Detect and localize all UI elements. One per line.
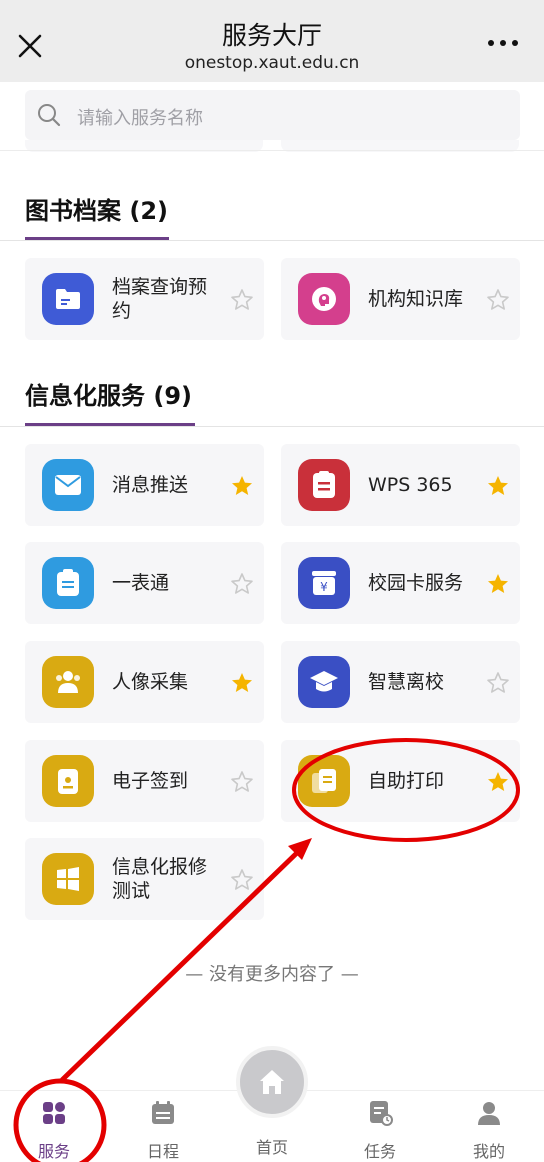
star-outline-icon[interactable]	[230, 288, 254, 312]
star-filled-icon[interactable]	[486, 572, 510, 596]
tab-services[interactable]: 服务	[14, 1100, 94, 1161]
divider	[0, 150, 544, 151]
brain-icon	[298, 273, 350, 325]
service-label: 自助打印	[368, 770, 445, 792]
title-bar: 服务大厅 onestop.xaut.edu.cn	[0, 0, 544, 82]
user-icon	[478, 1102, 500, 1125]
tab-label: 服务	[37, 1142, 70, 1161]
search-icon	[38, 104, 61, 127]
calendar-icon	[152, 1101, 174, 1124]
star-outline-icon[interactable]	[230, 770, 254, 794]
star-filled-icon[interactable]	[486, 474, 510, 498]
tab-label: 我的	[472, 1142, 505, 1161]
grid-icon	[43, 1102, 65, 1124]
clipboard-icon	[42, 557, 94, 609]
divider	[0, 426, 544, 427]
people-icon	[42, 656, 94, 708]
star-filled-icon[interactable]	[230, 671, 254, 695]
tab-tasks[interactable]: 任务	[340, 1100, 420, 1161]
search-input[interactable]: 请输入服务名称	[25, 90, 520, 140]
more-icon[interactable]	[488, 40, 518, 46]
service-card-message-push[interactable]: 消息推送	[25, 444, 264, 526]
service-card-e-signin[interactable]: 电子签到	[25, 740, 264, 822]
star-outline-icon[interactable]	[230, 868, 254, 892]
service-card-archive-query[interactable]: 档案查询预约	[25, 258, 264, 340]
service-card-it-repair-test[interactable]: 信息化报修测试	[25, 838, 264, 920]
tab-label: 首页	[255, 1138, 288, 1157]
end-of-list-text: — 没有更多内容了 —	[185, 964, 359, 985]
service-card-wps365[interactable]: WPS 365	[281, 444, 520, 526]
service-label: 智慧离校	[368, 671, 445, 693]
badge-icon	[42, 755, 94, 807]
service-card-smart-leave[interactable]: 智慧离校	[281, 641, 520, 723]
document-icon	[298, 459, 350, 511]
service-label: 消息推送	[112, 474, 189, 496]
graduation-cap-icon	[298, 656, 350, 708]
annotation-arrowhead	[288, 838, 312, 860]
service-label: WPS 365	[368, 474, 453, 496]
print-icon	[298, 755, 350, 807]
card-icon: ¥	[298, 557, 350, 609]
tab-label: 日程	[146, 1142, 179, 1161]
service-label: 机构知识库	[368, 288, 464, 310]
service-label: 电子签到	[112, 770, 189, 792]
service-card-knowledge-base[interactable]: 机构知识库	[281, 258, 520, 340]
service-card-portrait[interactable]: 人像采集	[25, 641, 264, 723]
service-card-campus-card[interactable]: ¥ 校园卡服务	[281, 542, 520, 624]
divider	[0, 240, 544, 241]
tab-schedule[interactable]: 日程	[123, 1100, 203, 1161]
windows-icon	[42, 853, 94, 905]
tab-home[interactable]: 首页	[232, 1100, 312, 1160]
star-outline-icon[interactable]	[230, 572, 254, 596]
star-filled-icon[interactable]	[230, 474, 254, 498]
service-card-self-print[interactable]: 自助打印	[281, 740, 520, 822]
tab-label: 任务	[363, 1142, 396, 1161]
page-title: 服务大厅	[221, 21, 322, 50]
mail-icon	[42, 459, 94, 511]
star-outline-icon[interactable]	[486, 671, 510, 695]
service-label: 档案查询预约	[112, 276, 208, 322]
service-label: 信息化报修测试	[112, 856, 208, 902]
service-card-one-form[interactable]: 一表通	[25, 542, 264, 624]
search-placeholder: 请输入服务名称	[77, 108, 203, 129]
service-label: 校园卡服务	[368, 572, 464, 594]
folder-icon	[42, 273, 94, 325]
task-icon	[370, 1101, 393, 1126]
service-label: 人像采集	[112, 671, 189, 693]
service-label: 一表通	[112, 572, 170, 594]
page-url: onestop.xaut.edu.cn	[184, 53, 360, 73]
section-title-archives: 图书档案 (2)	[25, 197, 168, 225]
tab-mine[interactable]: 我的	[449, 1100, 529, 1161]
star-outline-icon[interactable]	[486, 288, 510, 312]
section-title-it-services: 信息化服务 (9)	[25, 382, 192, 410]
svg-text:¥: ¥	[320, 580, 328, 594]
home-icon	[260, 1070, 284, 1094]
star-filled-icon[interactable]	[486, 770, 510, 794]
